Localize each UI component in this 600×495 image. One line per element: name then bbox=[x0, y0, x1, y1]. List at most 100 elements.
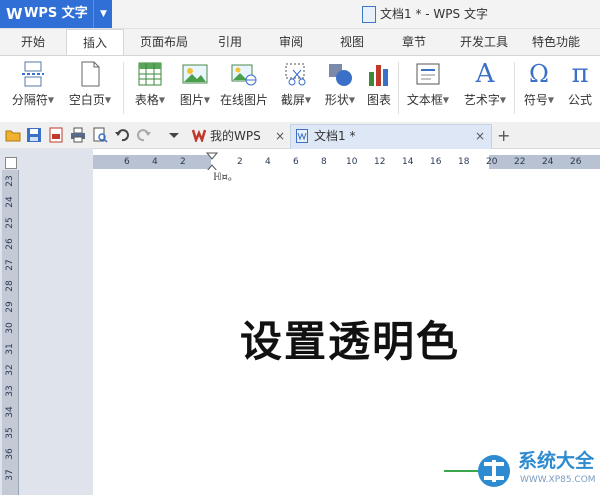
tab-features[interactable]: 特色功能 bbox=[524, 29, 588, 55]
tab-page-layout[interactable]: 页面布局 bbox=[132, 29, 196, 55]
ruler-tick: 29 bbox=[5, 301, 15, 313]
textbox-label: 文本框 bbox=[406, 93, 443, 107]
indent-marker-icon[interactable] bbox=[206, 152, 218, 172]
ruler-tick: 4 bbox=[152, 157, 158, 167]
close-icon[interactable]: × bbox=[475, 124, 485, 148]
ruler-tick: 34 bbox=[5, 406, 15, 418]
symbol-icon: Ω bbox=[526, 60, 552, 88]
online-picture-icon bbox=[231, 60, 257, 88]
redo-icon[interactable] bbox=[136, 127, 152, 143]
screenshot-button[interactable]: 截屏▼ bbox=[276, 60, 316, 109]
wordart-icon: A bbox=[472, 60, 498, 88]
ruler-tick: 20 bbox=[486, 157, 498, 167]
ruler-tick: 24 bbox=[5, 196, 15, 208]
ruler-tick: 31 bbox=[5, 343, 15, 355]
document-icon bbox=[296, 129, 308, 143]
chart-icon bbox=[366, 60, 392, 88]
symbol-button[interactable]: Ω 符号▼ bbox=[518, 60, 560, 109]
ruler-tick: 37 bbox=[5, 469, 15, 481]
shapes-button[interactable]: 形状▼ bbox=[320, 60, 360, 109]
ruler-tick: 27 bbox=[5, 259, 15, 271]
ruler-tick: 36 bbox=[5, 448, 15, 460]
save-icon[interactable] bbox=[26, 127, 42, 143]
wordart-glyph: A bbox=[475, 59, 495, 89]
tab-review[interactable]: 审阅 bbox=[266, 29, 316, 55]
tab-stop-selector[interactable] bbox=[5, 157, 17, 169]
ruler-tick: 30 bbox=[5, 322, 15, 334]
blank-page-label: 空白页 bbox=[68, 93, 105, 107]
ribbon-divider bbox=[123, 62, 124, 114]
shapes-label: 形状 bbox=[324, 93, 349, 107]
wps-logo-icon: W bbox=[6, 5, 23, 23]
watermark-url: WWW.XP85.COM bbox=[520, 475, 596, 485]
tab-insert[interactable]: 插入 bbox=[66, 29, 124, 56]
window-title: 文档1 * - WPS 文字 bbox=[380, 7, 488, 21]
print-icon[interactable] bbox=[70, 127, 86, 143]
table-button[interactable]: 表格▼ bbox=[128, 60, 172, 109]
tab-references[interactable]: 引用 bbox=[206, 29, 254, 55]
online-picture-button[interactable]: 在线图片 bbox=[218, 60, 270, 108]
tab-chapter[interactable]: 章节 bbox=[390, 29, 438, 55]
symbol-label: 符号 bbox=[523, 93, 548, 107]
online-picture-label: 在线图片 bbox=[219, 93, 268, 107]
table-label: 表格 bbox=[134, 93, 159, 107]
symbol-glyph: Ω bbox=[529, 60, 549, 88]
app-menu-dropdown[interactable]: ▼ bbox=[93, 0, 113, 28]
ruler-tick: 2 bbox=[237, 157, 243, 167]
picture-button[interactable]: 图片▼ bbox=[174, 60, 216, 109]
tab-view[interactable]: 视图 bbox=[328, 29, 376, 55]
blank-page-icon bbox=[77, 60, 103, 88]
app-menu-button[interactable]: W WPS 文字 ▼ bbox=[0, 0, 112, 28]
ruler-tick: 4 bbox=[265, 157, 271, 167]
ruler-tick: 10 bbox=[346, 157, 358, 167]
ruler-tick: 24 bbox=[542, 157, 554, 167]
ruler-tick: 33 bbox=[5, 385, 15, 397]
document-icon bbox=[362, 6, 376, 23]
ruler-tick: 23 bbox=[5, 175, 15, 187]
tab-developer[interactable]: 开发工具 bbox=[452, 29, 516, 55]
textbox-button[interactable]: 文本框▼ bbox=[402, 60, 454, 109]
chevron-down-icon[interactable] bbox=[166, 127, 182, 143]
ruler-tick: 6 bbox=[124, 157, 130, 167]
close-icon[interactable]: × bbox=[275, 124, 285, 148]
ribbon-divider bbox=[514, 62, 515, 114]
page-break-label: 分隔符 bbox=[11, 93, 48, 107]
export-pdf-icon[interactable] bbox=[48, 127, 64, 143]
wordart-label: 艺术字 bbox=[463, 93, 500, 107]
ruler-tick: 16 bbox=[430, 157, 442, 167]
doc-tab-my-wps[interactable]: 我的WPS bbox=[210, 124, 261, 148]
doc-tab-document1[interactable]: 文档1 * bbox=[314, 124, 355, 148]
document-heading-text[interactable]: 设置透明色 bbox=[120, 312, 580, 372]
picture-label: 图片 bbox=[179, 93, 204, 107]
chart-button[interactable]: 图表 bbox=[364, 60, 394, 108]
tab-home[interactable]: 开始 bbox=[8, 29, 58, 55]
print-preview-icon[interactable] bbox=[92, 127, 108, 143]
ruler-tick: 32 bbox=[5, 364, 15, 376]
page-break-icon bbox=[20, 60, 46, 88]
formula-glyph: π bbox=[571, 59, 589, 89]
screenshot-icon bbox=[283, 60, 309, 88]
ruler-tick: 35 bbox=[5, 427, 15, 439]
blank-page-button[interactable]: 空白页▼ bbox=[64, 60, 116, 109]
watermark-text: 系统大全 bbox=[518, 450, 595, 472]
ruler-tick: 22 bbox=[514, 157, 526, 167]
my-wps-icon bbox=[192, 129, 206, 142]
app-name: WPS 文字 bbox=[24, 6, 88, 21]
ruler-tick: 26 bbox=[570, 157, 582, 167]
page-break-button[interactable]: 分隔符▼ bbox=[6, 60, 60, 109]
ruler-tick: 12 bbox=[374, 157, 386, 167]
wordart-button[interactable]: A 艺术字▼ bbox=[458, 60, 512, 109]
new-tab-button[interactable]: + bbox=[497, 124, 510, 148]
textbox-icon bbox=[415, 60, 441, 88]
ruler-tick: 18 bbox=[458, 157, 470, 167]
undo-icon[interactable] bbox=[114, 127, 130, 143]
shapes-icon bbox=[327, 60, 353, 88]
ribbon-divider bbox=[398, 62, 399, 114]
screenshot-label: 截屏 bbox=[280, 93, 305, 107]
text-cursor-marker: ℍ¤。 bbox=[213, 172, 238, 183]
open-folder-icon[interactable] bbox=[5, 127, 21, 143]
formula-button[interactable]: π 公式 bbox=[564, 60, 596, 108]
table-icon bbox=[137, 60, 163, 88]
ruler-tick: 6 bbox=[293, 157, 299, 167]
ruler-tick: 14 bbox=[402, 157, 414, 167]
